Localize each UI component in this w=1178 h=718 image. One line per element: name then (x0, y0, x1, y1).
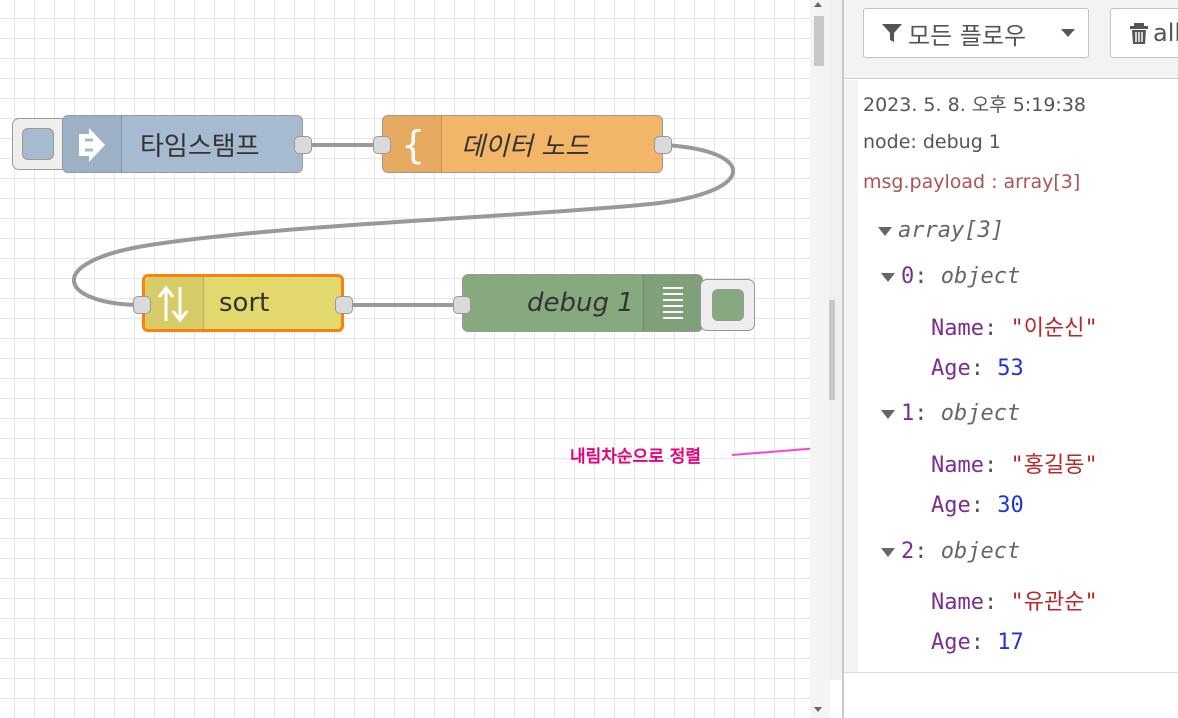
flow-workspace[interactable]: 타임스탬프 { 데이터 노드 sort debug 1 내림차순으로 정렬 (0, 0, 810, 718)
tree-field-age-1: Age: 30 (931, 493, 1024, 518)
message-left-bar (844, 80, 858, 672)
message-node-link[interactable]: node: debug 1 (863, 131, 1001, 153)
arrow-right-icon (79, 128, 105, 162)
expand-caret-icon[interactable] (881, 547, 895, 557)
tree-root-array[interactable]: array[3] (878, 218, 1004, 243)
field-key: Name (931, 590, 984, 615)
list-icon (663, 287, 683, 319)
field-value-number: 30 (997, 493, 1024, 518)
sort-arrows-icon (157, 285, 189, 323)
inject-output-port[interactable] (294, 136, 312, 154)
expand-caret-icon[interactable] (881, 409, 895, 419)
root-type: array[3] (898, 218, 1004, 243)
debug-toolbar: 모든 플로우 all (844, 0, 1178, 79)
inject-trigger-button[interactable] (12, 118, 68, 170)
field-value-string: "홍길동" (1010, 453, 1098, 478)
inject-node[interactable]: 타임스탬프 (62, 115, 303, 173)
filter-icon (882, 24, 902, 42)
tree-item-1[interactable]: 1: object (881, 401, 1020, 426)
tree-field-age-0: Age: 53 (931, 356, 1024, 381)
debug-sidebar: 모든 플로우 all 2023. 5. 8. 오후 5:19:38 node: … (844, 0, 1178, 718)
item-type: object (940, 539, 1021, 564)
field-value-number: 17 (997, 630, 1024, 655)
change-input-port[interactable] (373, 136, 391, 154)
tree-item-0[interactable]: 0: object (881, 264, 1020, 289)
change-node[interactable]: { 데이터 노드 (382, 115, 663, 173)
caret-down-icon (1061, 29, 1075, 37)
item-index: 2 (901, 539, 915, 564)
field-key: Name (931, 316, 984, 341)
sort-node[interactable]: sort (142, 274, 344, 332)
message-topic: msg.payload : array[3] (863, 171, 1081, 193)
scrollbar-thumb[interactable] (814, 16, 824, 66)
item-index: 1 (901, 401, 915, 426)
inject-trigger-inner[interactable] (22, 128, 54, 160)
field-key: Name (931, 453, 984, 478)
debug-icon-box (643, 275, 702, 331)
debug-node[interactable]: debug 1 (462, 274, 703, 332)
change-node-label: 데이터 노드 (461, 131, 589, 162)
sort-icon-box (145, 277, 204, 329)
inject-icon-box (63, 116, 122, 172)
trash-icon (1130, 23, 1148, 44)
workspace-scrollbar[interactable] (810, 0, 830, 718)
sidebar-resize-handle[interactable] (829, 300, 835, 400)
debug-input-port[interactable] (453, 296, 471, 314)
item-type: object (940, 264, 1021, 289)
field-key: Age (931, 356, 971, 381)
tree-field-name-0: Name: "이순신" (931, 316, 1098, 341)
tree-item-2[interactable]: 2: object (881, 539, 1020, 564)
item-index: 0 (901, 264, 915, 289)
wires-layer (72, 143, 810, 456)
inject-node-label: 타임스탬프 (140, 131, 260, 162)
clear-messages-label: all (1153, 19, 1178, 47)
sort-input-port[interactable] (133, 296, 151, 314)
field-value-number: 53 (997, 356, 1024, 381)
tree-field-age-2: Age: 17 (931, 630, 1024, 655)
field-key: Age (931, 493, 971, 518)
sort-annotation: 내림차순으로 정렬 (570, 447, 702, 467)
scroll-up-icon[interactable] (814, 2, 822, 7)
annotation-arrow (731, 447, 810, 456)
debug-node-label: debug 1 (527, 288, 634, 318)
item-type: object (940, 401, 1021, 426)
field-value-string: "이순신" (1010, 316, 1098, 341)
curly-brace-icon: { (401, 123, 425, 167)
message-divider (844, 672, 1178, 673)
field-value-string: "유관순" (1010, 590, 1098, 615)
message-timestamp: 2023. 5. 8. 오후 5:19:38 (863, 94, 1087, 116)
expand-caret-icon[interactable] (878, 226, 892, 236)
field-key: Age (931, 630, 971, 655)
sort-node-label: sort (219, 288, 270, 318)
sort-output-port[interactable] (335, 296, 353, 314)
debug-toggle-inner[interactable] (712, 289, 744, 321)
tree-field-name-2: Name: "유관순" (931, 590, 1098, 615)
scroll-down-icon[interactable] (814, 707, 822, 712)
filter-flows-label: 모든 플로우 (908, 21, 1027, 50)
change-output-port[interactable] (654, 136, 672, 154)
tree-field-name-1: Name: "홍길동" (931, 453, 1098, 478)
svg-text:{: { (401, 123, 425, 167)
expand-caret-icon[interactable] (881, 272, 895, 282)
change-icon-box: { (383, 116, 442, 172)
clear-messages-button[interactable]: all (1110, 8, 1178, 58)
debug-toggle-button[interactable] (700, 279, 755, 331)
filter-flows-dropdown[interactable]: 모든 플로우 (863, 8, 1089, 58)
